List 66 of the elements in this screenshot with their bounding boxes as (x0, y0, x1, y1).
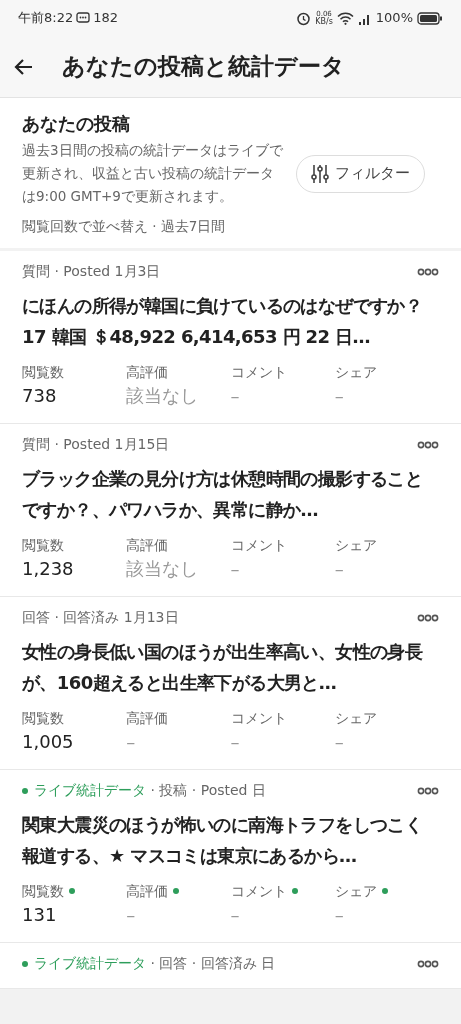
stat-value: – (230, 730, 241, 755)
post-card[interactable]: 質問 · Posted 1月15日 ブラック企業の見分け方は休憩時間の撮影することですか？、パワハラか、異常に静か… 閲覧数 1,238 高評価 該当なし コメント – シェア – (0, 424, 461, 598)
stat-value: 131 (22, 903, 58, 928)
stat-value: – (126, 903, 137, 928)
post-card[interactable]: ライブ統計データ · 回答 · 回答済み 日 (0, 943, 461, 990)
stat-value: – (334, 903, 345, 928)
stat-value: 該当なし (126, 384, 200, 409)
message-icon (76, 12, 91, 24)
stat-value: – (230, 557, 241, 582)
stat-value: 1,005 (22, 730, 75, 755)
more-icon[interactable] (417, 440, 439, 449)
section-description: 過去3日間の投稿の統計データはライブで更新され、収益と古い投稿の統計データは9:00 GMT+9で更新されます。 (22, 141, 284, 206)
more-icon[interactable] (417, 267, 439, 276)
stat-label: 閲覧数 (22, 536, 64, 556)
live-label: ライブ統計データ (34, 954, 146, 974)
battery-percent: 100% (375, 9, 413, 28)
stat-label: 高評価 (126, 882, 169, 902)
stat-value: 738 (22, 384, 58, 409)
stat-label: コメント (230, 882, 287, 902)
stat-label: コメント (230, 709, 287, 729)
speed-unit: KB/s (315, 18, 333, 25)
post-title[interactable]: ブラック企業の見分け方は休憩時間の撮影することですか？、パワハラか、異常に静か… (22, 463, 439, 526)
stat-label: 閲覧数 (22, 709, 64, 729)
post-title[interactable]: にほんの所得が韓国に負けているのはなぜですか？17 韓国 ＄48,922 6,414,653 円 22 日… (22, 290, 439, 353)
stat-label: 高評価 (126, 363, 169, 383)
stat-value: – (334, 730, 345, 755)
more-icon[interactable] (417, 613, 439, 622)
post-card[interactable]: 回答 · 回答済み 1月13日 女性の身長低い国のほうが出生率高い、女性の身長が、160超えると出生率下がる大男と… 閲覧数 1,005 高評価 – コメント – シェア – (0, 597, 461, 771)
post-card[interactable]: ライブ統計データ · 投稿 · Posted 日 関東大震災のほうが怖いのに南海トラフをしつこく報道する、★ マスコミは東京にあるから… 閲覧数 131 高評価 – コメント – シェア – (0, 770, 461, 944)
section-title: あなたの投稿 (22, 112, 131, 136)
more-icon[interactable] (417, 959, 439, 968)
stat-label: シェア (334, 709, 377, 729)
stat-value: – (126, 730, 137, 755)
post-meta: · 投稿 · Posted 日 (149, 781, 266, 801)
stat-label: コメント (230, 363, 287, 383)
stat-label: シェア (334, 363, 377, 383)
status-time: 午前8:22 (18, 9, 74, 28)
stat-label: 閲覧数 (22, 882, 64, 902)
post-meta: 回答 · 回答済み 1月13日 (22, 608, 179, 628)
sliders-icon (311, 163, 329, 184)
post-title[interactable]: 関東大震災のほうが怖いのに南海トラフをしつこく報道する、★ マスコミは東京にあるから… (22, 809, 439, 872)
stat-label: 閲覧数 (22, 363, 64, 383)
stat-label: 高評価 (126, 536, 169, 556)
wifi-icon (336, 11, 354, 25)
battery-icon (417, 11, 443, 25)
sort-info: 閲覧回数で並べ替え · 過去7日間 (22, 217, 227, 236)
more-icon[interactable] (417, 786, 439, 795)
stat-value: 該当なし (126, 557, 200, 582)
stat-value: 1,238 (22, 557, 75, 582)
stat-label: シェア (334, 882, 377, 902)
post-meta: 質問 · Posted 1月15日 (22, 435, 170, 455)
stat-label: 高評価 (126, 709, 169, 729)
stat-value: – (334, 557, 345, 582)
notification-count: 182 (93, 9, 119, 28)
stat-value: – (334, 384, 345, 409)
live-label: ライブ統計データ (34, 781, 146, 801)
post-meta: · 回答 · 回答済み 日 (149, 954, 276, 974)
stat-label: コメント (230, 536, 287, 556)
stat-value: – (230, 384, 241, 409)
alarm-icon (296, 10, 312, 26)
post-card[interactable]: 質問 · Posted 1月3日 にほんの所得が韓国に負けているのはなぜですか？17 韓国 ＄48,922 6,414,653 円 22 日… 閲覧数 738 高評価 該当なし コメント – シェア – (0, 251, 461, 425)
post-title[interactable]: 女性の身長低い国のほうが出生率高い、女性の身長が、160超えると出生率下がる大男と… (22, 636, 439, 699)
stat-label: シェア (334, 536, 377, 556)
post-meta: 質問 · Posted 1月3日 (22, 262, 161, 282)
stat-value: – (230, 903, 241, 928)
page-title: あなたの投稿と統計データ (62, 52, 345, 82)
